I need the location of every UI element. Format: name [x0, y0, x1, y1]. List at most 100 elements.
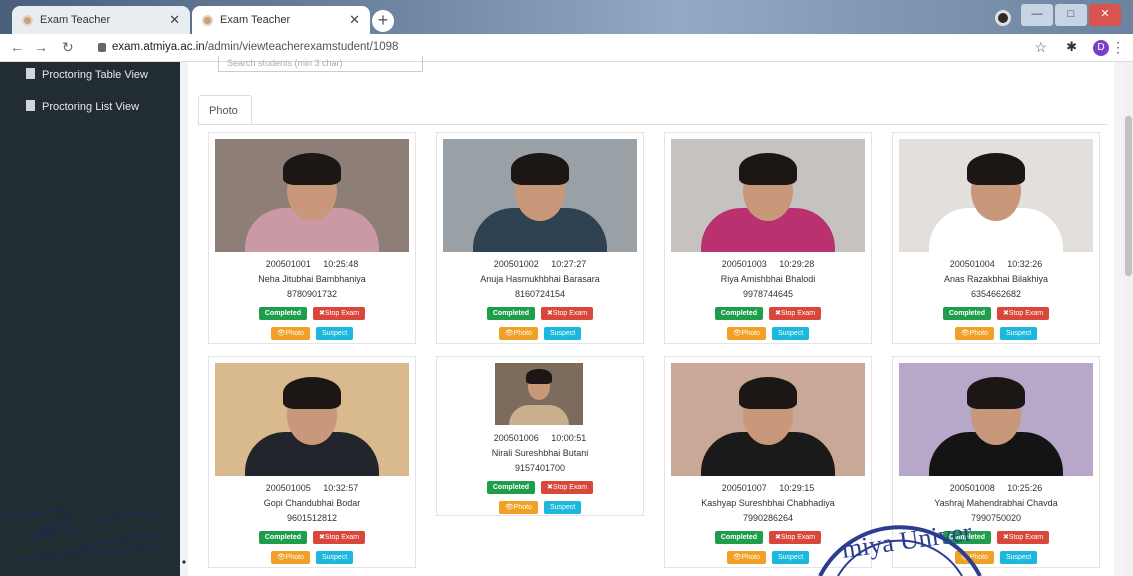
completed-badge[interactable]: Completed: [714, 307, 764, 320]
bookmark-star-icon[interactable]: ☆: [1034, 39, 1047, 56]
completed-badge[interactable]: Completed: [942, 307, 992, 320]
student-photo[interactable]: [443, 139, 637, 252]
status-button-row: Completed ✖Stop Exam: [209, 531, 415, 544]
student-name: Nirali Sureshbhai Butani: [491, 448, 589, 458]
sidebar-item-label: Proctoring Table View: [42, 69, 148, 81]
student-id-time: 200501008 10:25:26: [893, 481, 1099, 496]
sidebar-item-proctoring-list-view[interactable]: Proctoring List View: [26, 100, 139, 113]
close-tab-icon[interactable]: ✕: [349, 12, 360, 28]
view-photo-button[interactable]: 👁Photo: [498, 501, 538, 514]
student-id-time: 200501002 10:27:27: [437, 257, 643, 272]
login-time: 10:25:26: [1007, 483, 1043, 493]
stop-exam-button[interactable]: ✖Stop Exam: [997, 307, 1050, 320]
stop-exam-button[interactable]: ✖Stop Exam: [541, 307, 594, 320]
suspect-button[interactable]: Suspect: [543, 327, 582, 340]
login-time: 10:32:26: [1007, 259, 1043, 269]
extensions-puzzle-icon[interactable]: ✱: [1066, 39, 1077, 55]
student-id-time: 200501003 10:29:28: [665, 257, 871, 272]
completed-badge[interactable]: Completed: [486, 481, 536, 494]
maximize-icon[interactable]: □: [1055, 4, 1087, 26]
sidebar-item-proctoring-table-view[interactable]: Proctoring Table View: [26, 68, 148, 81]
student-name: Gopi Chandubhai Bodar: [263, 498, 361, 508]
stop-exam-button[interactable]: ✖Stop Exam: [313, 531, 366, 544]
stop-exam-button[interactable]: ✖Stop Exam: [313, 307, 366, 320]
student-photo[interactable]: [899, 363, 1093, 476]
forward-arrow-icon[interactable]: →: [34, 39, 48, 55]
back-arrow-icon[interactable]: ←: [10, 39, 24, 55]
student-id: 200501001: [265, 259, 311, 269]
student-id: 200501005: [265, 483, 311, 493]
url-input[interactable]: exam.atmiya.ac.in/admin/viewteacherexams…: [112, 41, 398, 53]
scrollbar-thumb[interactable]: [1125, 116, 1132, 276]
browser-tab-2[interactable]: Exam Teacher ✕: [192, 6, 370, 34]
suspect-button[interactable]: Suspect: [543, 501, 582, 514]
login-time: 10:29:15: [779, 483, 815, 493]
view-photo-button[interactable]: 👁Photo: [726, 327, 766, 340]
window-controls: — □ ✕: [1021, 4, 1121, 26]
student-name: Neha Jitubhai Bambhaniya: [258, 274, 366, 284]
profile-avatar[interactable]: D: [1093, 40, 1109, 56]
view-photo-button[interactable]: 👁Photo: [726, 551, 766, 564]
student-photo[interactable]: [495, 363, 583, 425]
student-name: Anas Razakbhai Bilakhiya: [943, 274, 1049, 284]
student-card: 200501003 10:29:28 Riya Amishbhai Bhalodi…: [664, 132, 872, 344]
view-photo-button[interactable]: 👁Photo: [270, 327, 310, 340]
student-photo[interactable]: [899, 139, 1093, 252]
view-photo-button[interactable]: 👁Photo: [498, 327, 538, 340]
student-phone: 9601512812: [286, 513, 338, 523]
suspect-button[interactable]: Suspect: [771, 327, 810, 340]
reload-icon[interactable]: ↻: [62, 39, 74, 56]
student-id: 200501002: [493, 259, 539, 269]
student-card: 200501001 10:25:48 Neha Jitubhai Bambhani…: [208, 132, 416, 344]
student-name: Anuja Hasmukhbhai Barasara: [480, 274, 600, 284]
action-button-row: 👁Photo Suspect: [209, 551, 415, 564]
sidebar-item-label: Proctoring List View: [42, 101, 140, 113]
student-name: Riya Amishbhai Bhalodi: [720, 274, 816, 284]
status-button-row: Completed ✖Stop Exam: [437, 481, 643, 494]
student-card: 200501004 10:32:26 Anas Razakbhai Bilakhi…: [892, 132, 1100, 344]
favicon-icon: [22, 15, 33, 26]
stop-exam-button[interactable]: ✖Stop Exam: [769, 307, 822, 320]
student-id-time: 200501007 10:29:15: [665, 481, 871, 496]
completed-badge[interactable]: Completed: [486, 307, 536, 320]
student-photo[interactable]: [215, 139, 409, 252]
suspect-button[interactable]: Suspect: [315, 327, 354, 340]
suspect-button[interactable]: Suspect: [315, 551, 354, 564]
new-tab-button[interactable]: +: [372, 10, 394, 32]
tab-divider: [198, 124, 1108, 125]
view-photo-button[interactable]: 👁Photo: [954, 327, 994, 340]
stop-exam-button[interactable]: ✖Stop Exam: [541, 481, 594, 494]
student-info: 200501002 10:27:27 Anuja Hasmukhbhai Bara…: [437, 257, 643, 302]
login-time: 10:25:48: [323, 259, 359, 269]
student-phone: 8160724154: [514, 289, 566, 299]
student-card: 200501006 10:00:51 Nirali Sureshbhai Buta…: [436, 356, 644, 516]
view-photo-button[interactable]: 👁Photo: [270, 551, 310, 564]
student-photo[interactable]: [215, 363, 409, 476]
completed-badge[interactable]: Completed: [258, 531, 308, 544]
window-close-icon[interactable]: ✕: [1089, 4, 1121, 26]
status-button-row: Completed ✖Stop Exam: [437, 307, 643, 320]
action-button-row: 👁Photo Suspect: [893, 327, 1099, 340]
stop-exam-button[interactable]: ✖Stop Exam: [997, 531, 1050, 544]
completed-badge[interactable]: Completed: [258, 307, 308, 320]
student-photo[interactable]: [671, 363, 865, 476]
browser-tab-strip: Exam Teacher ✕ Exam Teacher ✕ + — □ ✕: [0, 0, 1133, 34]
profile-indicator-icon[interactable]: [995, 10, 1011, 26]
student-id-time: 200501001 10:25:48: [209, 257, 415, 272]
student-id: 200501004: [949, 259, 995, 269]
action-button-row: 👁Photo Suspect: [209, 327, 415, 340]
completed-badge[interactable]: Completed: [714, 531, 764, 544]
browser-tab-1[interactable]: Exam Teacher ✕: [12, 6, 190, 34]
handwritten-signature: [1, 509, 186, 564]
student-photo[interactable]: [671, 139, 865, 252]
student-id: 200501003: [721, 259, 767, 269]
search-input[interactable]: Search students (min 3 char): [218, 56, 423, 72]
suspect-button[interactable]: Suspect: [999, 327, 1038, 340]
tab-photo[interactable]: Photo: [198, 95, 252, 125]
svg-text:miya Univer: miya Univer: [840, 517, 974, 564]
browser-tab-title: Exam Teacher: [220, 14, 291, 26]
close-tab-icon[interactable]: ✕: [169, 12, 180, 28]
browser-menu-icon[interactable]: ⋮: [1111, 39, 1125, 56]
suspect-button[interactable]: Suspect: [999, 551, 1038, 564]
minimize-icon[interactable]: —: [1021, 4, 1053, 26]
